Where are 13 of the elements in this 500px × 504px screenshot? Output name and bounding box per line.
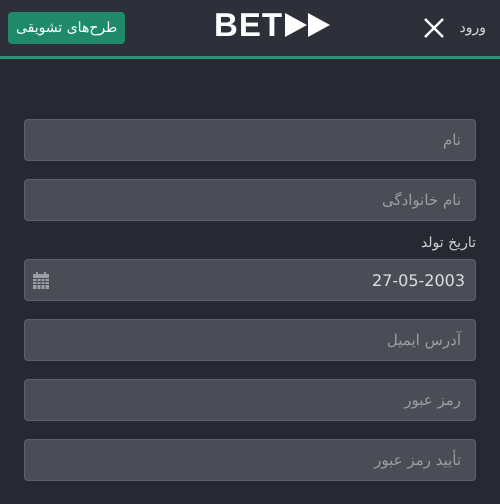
input-field[interactable]: آدرس ایمیل bbox=[24, 319, 476, 361]
input-field[interactable]: رمز عبور bbox=[24, 379, 476, 421]
input-field[interactable]: نام خانوادگی bbox=[24, 179, 476, 221]
input-field[interactable]: نام bbox=[24, 119, 476, 161]
input-field[interactable]: تأیید رمز عبور bbox=[24, 439, 476, 481]
date-field[interactable]: 27-05-2003 bbox=[24, 259, 476, 301]
play-arrows-icon bbox=[285, 11, 331, 39]
promotions-button[interactable]: طرح‌های تشویقی bbox=[8, 12, 126, 44]
login-link[interactable]: ورود bbox=[459, 20, 486, 36]
calendar-icon[interactable] bbox=[33, 272, 49, 288]
field-label: تاریخ تولد bbox=[420, 235, 476, 251]
close-icon[interactable] bbox=[423, 17, 446, 39]
logo-text: BET bbox=[214, 6, 283, 44]
